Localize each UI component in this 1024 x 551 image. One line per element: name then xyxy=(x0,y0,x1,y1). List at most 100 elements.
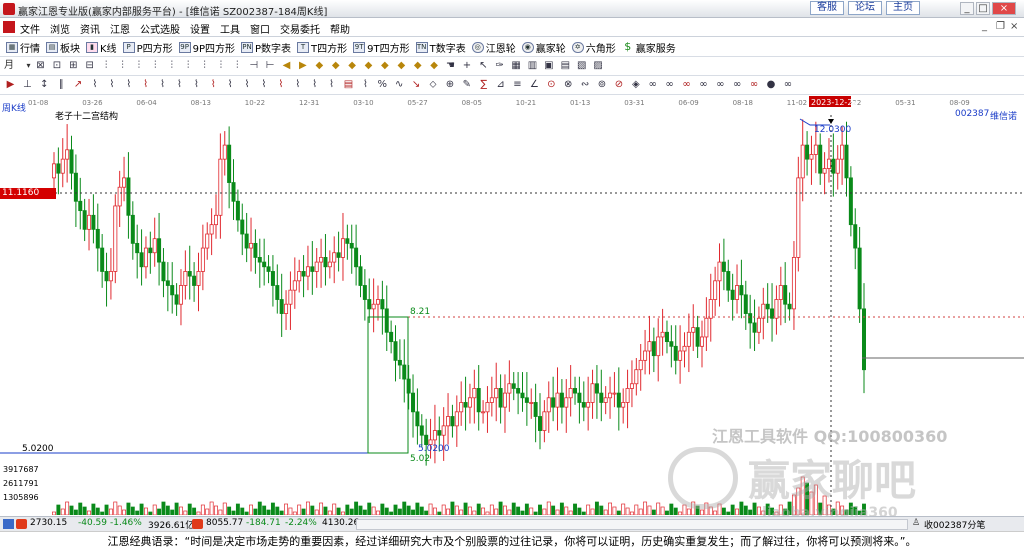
tool-icon[interactable]: ↖ xyxy=(477,60,490,72)
analysis-tool-icon[interactable]: ⌇ xyxy=(207,79,220,91)
analysis-tool-icon[interactable]: ⌇ xyxy=(190,79,203,91)
tool-icon[interactable]: ◆ xyxy=(411,60,424,72)
analysis-tool-icon[interactable]: ∠ xyxy=(528,79,541,91)
menu-trade[interactable]: 交易委托 xyxy=(280,21,320,36)
analysis-tool-icon[interactable]: ≡ xyxy=(511,79,524,91)
toolbar-p-table[interactable]: PN P数字表 xyxy=(241,40,291,55)
analysis-tool-icon[interactable]: ⌇ xyxy=(274,79,287,91)
tool-icon[interactable]: ◆ xyxy=(395,60,408,72)
tool-icon[interactable]: ◆ xyxy=(313,60,326,72)
menu-formula[interactable]: 公式选股 xyxy=(140,21,180,36)
analysis-tool-icon[interactable]: ⊗ xyxy=(562,79,575,91)
tool-icon[interactable]: ⫶ xyxy=(116,60,129,72)
tool-icon[interactable]: ◆ xyxy=(428,60,441,72)
analysis-tool-icon[interactable]: ∞ xyxy=(748,79,761,91)
analysis-tool-icon[interactable]: ⌇ xyxy=(122,79,135,91)
analysis-tool-icon[interactable]: ⊥ xyxy=(21,79,34,91)
tool-icon[interactable]: ▣ xyxy=(542,60,555,72)
tool-icon[interactable]: ▤ xyxy=(559,60,572,72)
tool-icon[interactable]: ⊞ xyxy=(67,60,80,72)
analysis-tool-icon[interactable]: ⊿ xyxy=(494,79,507,91)
menu-tools[interactable]: 工具 xyxy=(220,21,240,36)
tool-icon[interactable]: + xyxy=(460,60,473,72)
tool-icon[interactable]: ◆ xyxy=(378,60,391,72)
analysis-tool-icon[interactable]: ✎ xyxy=(460,79,473,91)
tool-icon[interactable]: ▨ xyxy=(592,60,605,72)
analysis-tool-icon[interactable]: ∞ xyxy=(680,79,693,91)
tool-icon[interactable]: ◀ xyxy=(280,60,293,72)
tool-icon[interactable]: ▶ xyxy=(296,60,309,72)
analysis-tool-icon[interactable]: ↘ xyxy=(410,79,423,91)
analysis-tool-icon[interactable]: ∾ xyxy=(579,79,592,91)
tool-icon[interactable]: ⊡ xyxy=(50,60,63,72)
analysis-tool-icon[interactable]: ⌇ xyxy=(258,79,271,91)
tool-icon[interactable]: ⫶ xyxy=(231,60,244,72)
link-home[interactable]: 主页 xyxy=(886,1,920,15)
analysis-tool-icon[interactable]: ⌇ xyxy=(359,79,372,91)
analysis-tool-icon[interactable]: ⊙ xyxy=(545,79,558,91)
analysis-tool-icon[interactable]: ⌇ xyxy=(139,79,152,91)
analysis-tool-icon[interactable]: ⊚ xyxy=(596,79,609,91)
analysis-tool-icon[interactable]: ∞ xyxy=(663,79,676,91)
tool-icon[interactable]: ⫶ xyxy=(214,60,227,72)
toolbar-9t-square[interactable]: 9T 9T四方形 xyxy=(353,40,410,55)
analysis-tool-icon[interactable]: ◈ xyxy=(629,79,642,91)
tool-icon[interactable]: ⊟ xyxy=(83,60,96,72)
scrollbar[interactable] xyxy=(356,519,908,530)
menu-window[interactable]: 窗口 xyxy=(250,21,270,36)
analysis-tool-icon[interactable]: ▤ xyxy=(342,79,355,91)
toolbar-hexagon[interactable]: ✡ 六角形 xyxy=(571,40,616,55)
analysis-tool-icon[interactable]: ⊘ xyxy=(612,79,625,91)
analysis-tool-icon[interactable]: ∞ xyxy=(646,79,659,91)
analysis-tool-icon[interactable]: ∞ xyxy=(781,79,794,91)
analysis-tool-icon[interactable]: ⌇ xyxy=(156,79,169,91)
tool-icon[interactable]: ⫶ xyxy=(149,60,162,72)
analysis-tool-icon[interactable]: ● xyxy=(765,79,778,91)
analysis-tool-icon[interactable]: ⬦ xyxy=(427,79,440,91)
tool-icon[interactable]: ▥ xyxy=(526,60,539,72)
tool-icon[interactable]: ⊢ xyxy=(264,60,277,72)
analysis-tool-icon[interactable]: ↕ xyxy=(38,79,51,91)
analysis-tool-icon[interactable]: ▶ xyxy=(4,79,17,91)
toolbar-sectors[interactable]: ▤ 板块 xyxy=(46,40,80,55)
analysis-tool-icon[interactable]: ∞ xyxy=(714,79,727,91)
toolbar-service[interactable]: $ 赢家服务 xyxy=(622,40,676,55)
toolbar-quotes[interactable]: ▦ 行情 xyxy=(6,40,40,55)
analysis-tool-icon[interactable]: ∥ xyxy=(55,79,68,91)
period-selector[interactable]: 月 xyxy=(4,60,24,72)
close-icon[interactable]: × xyxy=(992,2,1016,15)
analysis-tool-icon[interactable]: ↗ xyxy=(72,79,85,91)
tool-icon[interactable]: ⊠ xyxy=(34,60,47,72)
mdi-close-icon[interactable]: × xyxy=(1010,21,1018,32)
tool-icon[interactable]: ⊣ xyxy=(247,60,260,72)
toolbar-gann-wheel[interactable]: ◎ 江恩轮 xyxy=(471,40,516,55)
analysis-tool-icon[interactable]: ⌇ xyxy=(89,79,102,91)
menu-settings[interactable]: 设置 xyxy=(190,21,210,36)
analysis-tool-icon[interactable]: % xyxy=(376,79,389,91)
mdi-minimize-icon[interactable]: _ xyxy=(982,21,987,32)
tool-icon[interactable]: ⫶ xyxy=(100,60,113,72)
menu-gann[interactable]: 江恩 xyxy=(110,21,130,36)
tool-icon[interactable]: ◆ xyxy=(362,60,375,72)
toolbar-9p-square[interactable]: 9P 9P四方形 xyxy=(178,40,235,55)
analysis-tool-icon[interactable]: ∑ xyxy=(477,79,490,91)
analysis-tool-icon[interactable]: ∞ xyxy=(697,79,710,91)
toolbar-kline[interactable]: ▮ K线 xyxy=(86,40,117,55)
mdi-restore-icon[interactable]: ❐ xyxy=(996,21,1005,32)
menu-news[interactable]: 资讯 xyxy=(80,21,100,36)
analysis-tool-icon[interactable]: ⌇ xyxy=(325,79,338,91)
toolbar-t-square[interactable]: T T四方形 xyxy=(297,40,347,55)
tool-icon[interactable]: ⫶ xyxy=(165,60,178,72)
analysis-tool-icon[interactable]: ⌇ xyxy=(173,79,186,91)
toolbar-t-table[interactable]: TN T数字表 xyxy=(415,40,466,55)
menu-file[interactable]: 文件 xyxy=(20,21,40,36)
analysis-tool-icon[interactable]: ⌇ xyxy=(308,79,321,91)
tool-icon[interactable]: ✑ xyxy=(493,60,506,72)
toolbar-winner-wheel[interactable]: ◉ 赢家轮 xyxy=(521,40,566,55)
tool-icon[interactable]: ◆ xyxy=(346,60,359,72)
link-service[interactable]: 客服 xyxy=(810,1,844,15)
tool-icon[interactable]: ☚ xyxy=(444,60,457,72)
maximize-icon[interactable]: □ xyxy=(976,2,990,15)
analysis-tool-icon[interactable]: ⌇ xyxy=(291,79,304,91)
minimize-icon[interactable]: _ xyxy=(960,2,974,15)
